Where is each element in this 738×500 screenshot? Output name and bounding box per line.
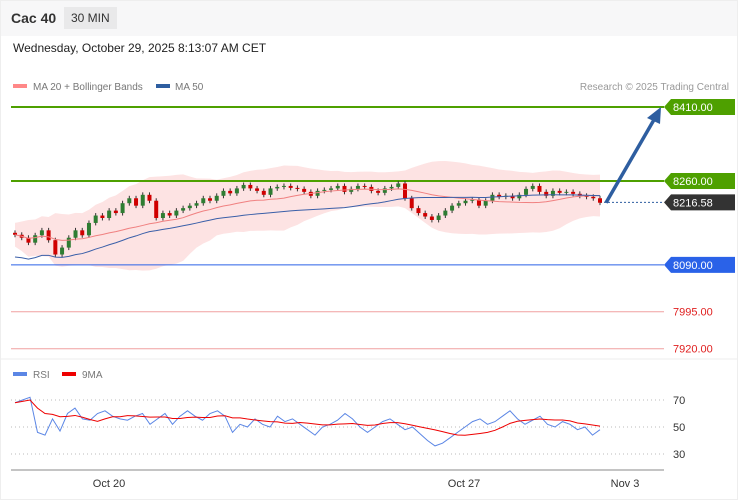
candle-body bbox=[483, 200, 488, 206]
level-label: 8216.58 bbox=[673, 197, 713, 209]
candle-body bbox=[160, 213, 165, 218]
rsi-tick: 30 bbox=[673, 449, 685, 461]
candle-body bbox=[302, 188, 307, 192]
x-label: Oct 20 bbox=[93, 478, 125, 490]
x-label: Oct 27 bbox=[448, 478, 480, 490]
candle-body bbox=[456, 203, 461, 206]
candle-body bbox=[100, 215, 105, 218]
candle-body bbox=[295, 187, 300, 189]
candle-body bbox=[598, 198, 602, 203]
candle-body bbox=[396, 183, 401, 187]
candle-body bbox=[33, 235, 38, 243]
candle-body bbox=[66, 237, 71, 248]
candle-body bbox=[342, 185, 347, 192]
candle-body bbox=[322, 189, 327, 191]
candle-body bbox=[557, 190, 562, 193]
price-chart[interactable]: MA 20 + Bollinger Bands MA 50 Research ©… bbox=[0, 0, 738, 500]
candle-body bbox=[13, 232, 17, 235]
candle-body bbox=[214, 195, 219, 201]
candle-body bbox=[107, 210, 112, 218]
candle-body bbox=[335, 185, 340, 189]
candle-body bbox=[288, 185, 293, 188]
candle-body bbox=[537, 185, 542, 192]
candle-body bbox=[147, 194, 152, 201]
candle-body bbox=[80, 230, 85, 236]
candle-body bbox=[221, 190, 226, 196]
level-label: 8260.00 bbox=[673, 176, 713, 188]
candle-body bbox=[248, 184, 253, 189]
candle-body bbox=[564, 191, 569, 193]
candle-body bbox=[113, 210, 118, 214]
candle-body bbox=[127, 198, 132, 204]
ma20-legend-label: MA 20 + Bollinger Bands bbox=[33, 82, 143, 93]
candle-body bbox=[73, 230, 78, 238]
candle-body bbox=[409, 198, 414, 209]
candle-body bbox=[120, 203, 125, 214]
candle-body bbox=[60, 247, 65, 255]
candle-body bbox=[174, 210, 179, 216]
candle-body bbox=[463, 200, 468, 204]
candle-body bbox=[376, 190, 381, 193]
level-label: 8410.00 bbox=[673, 102, 713, 114]
candle-body bbox=[275, 186, 280, 189]
level-label: 7995.00 bbox=[673, 307, 713, 319]
level-label: 8090.00 bbox=[673, 260, 713, 272]
candle-body bbox=[255, 188, 260, 191]
candle-body bbox=[490, 194, 495, 201]
candle-body bbox=[53, 240, 58, 255]
candle-body bbox=[208, 198, 212, 201]
candle-body bbox=[181, 208, 186, 211]
candle-body bbox=[187, 205, 192, 209]
candle-body bbox=[443, 210, 448, 216]
candle-body bbox=[261, 190, 266, 195]
candle-body bbox=[134, 198, 139, 206]
candle-body bbox=[355, 185, 360, 189]
candle-body bbox=[46, 230, 51, 241]
candle-body bbox=[436, 215, 441, 220]
9ma-legend-label: 9MA bbox=[82, 370, 103, 381]
candle-body bbox=[93, 215, 98, 223]
candle-body bbox=[86, 222, 91, 236]
credit-text: Research © 2025 Trading Central bbox=[580, 82, 729, 93]
candle-body bbox=[268, 188, 273, 195]
candle-body bbox=[530, 185, 535, 189]
ma50-legend-swatch bbox=[156, 84, 170, 88]
candle-body bbox=[423, 213, 428, 217]
candle-body bbox=[140, 194, 145, 206]
candle-body bbox=[154, 200, 159, 218]
rsi-line bbox=[14, 396, 601, 447]
candle-body bbox=[329, 188, 334, 190]
x-label: Nov 3 bbox=[611, 478, 640, 490]
ma20-legend-swatch bbox=[13, 84, 27, 88]
candle-body bbox=[416, 208, 421, 214]
rsi-legend-swatch bbox=[13, 372, 27, 376]
candle-body bbox=[429, 216, 434, 220]
rsi-legend-label: RSI bbox=[33, 370, 50, 381]
candle-body bbox=[524, 188, 529, 195]
candle-body bbox=[315, 190, 320, 196]
rsi-tick: 50 bbox=[673, 422, 685, 434]
candle-body bbox=[591, 196, 596, 199]
forecast-arrow bbox=[604, 117, 657, 204]
candle-body bbox=[241, 184, 246, 189]
candle-body bbox=[571, 191, 576, 194]
candle-body bbox=[39, 230, 44, 236]
candle-body bbox=[201, 198, 206, 204]
candle-body bbox=[382, 188, 387, 193]
candle-body bbox=[167, 213, 172, 216]
candle-body bbox=[403, 183, 407, 199]
candle-body bbox=[234, 188, 239, 194]
9ma-legend-swatch bbox=[62, 372, 76, 376]
level-label: 7920.00 bbox=[673, 344, 713, 356]
candle-body bbox=[281, 185, 286, 187]
rsi-tick: 70 bbox=[673, 395, 685, 407]
candle-body bbox=[450, 205, 455, 211]
candle-body bbox=[362, 185, 367, 187]
candle-body bbox=[194, 203, 199, 206]
ma50-legend-label: MA 50 bbox=[175, 82, 204, 93]
candle-body bbox=[389, 186, 394, 189]
candle-body bbox=[228, 190, 233, 194]
